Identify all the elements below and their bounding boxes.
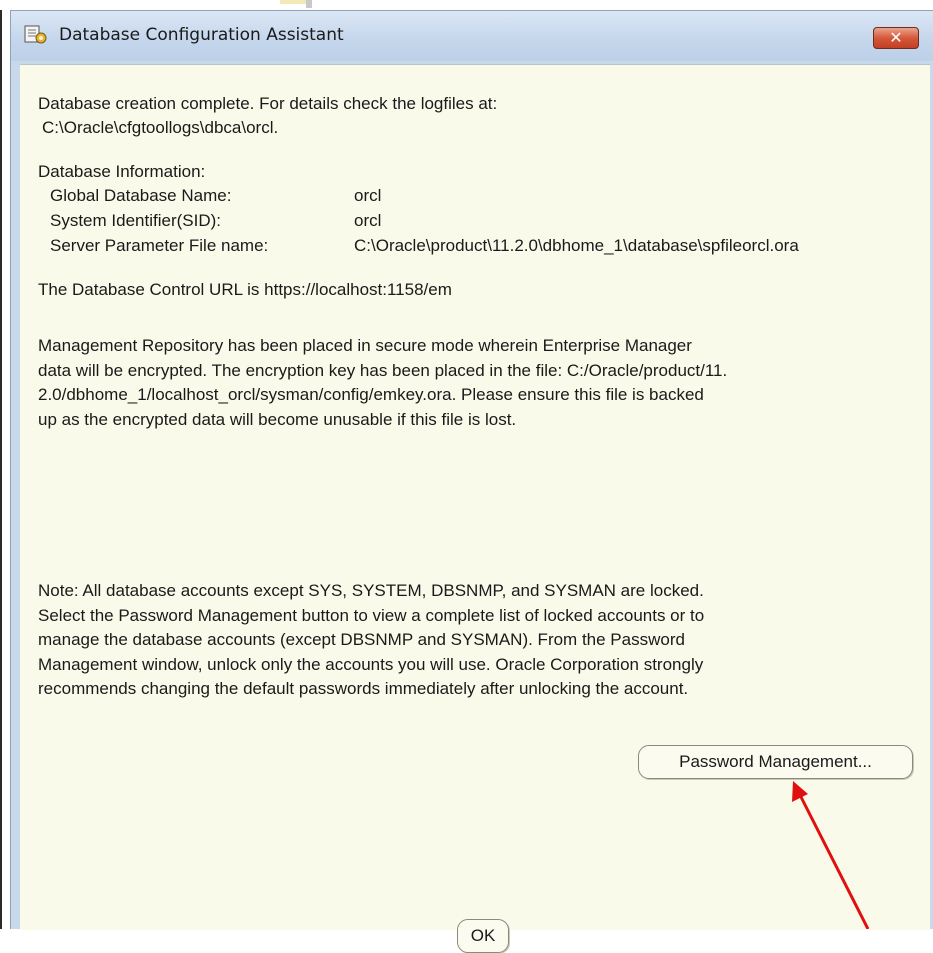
password-management-button[interactable]: Password Management... (638, 745, 913, 779)
db-info-label: System Identifier(SID): (50, 211, 221, 230)
window-title: Database Configuration Assistant (59, 25, 344, 45)
repository-line: 2.0/dbhome_1/localhost_orcl/sysman/confi… (38, 385, 704, 404)
ok-button[interactable]: OK (457, 919, 509, 953)
db-info-label: Server Parameter File name: (50, 236, 269, 255)
locked-accounts-note: Note: All database accounts except SYS, … (38, 579, 918, 702)
db-info-heading: Database Information: (38, 162, 206, 181)
close-icon: ✕ (889, 28, 903, 47)
repository-line: data will be encrypted. The encryption k… (38, 360, 728, 380)
repository-line: up as the encrypted data will become unu… (38, 409, 517, 429)
note-line: recommends changing the default password… (38, 679, 689, 698)
db-info-value: orcl (354, 211, 382, 230)
dbca-icon (24, 24, 48, 46)
background-tab (280, 0, 306, 4)
title-bar[interactable]: Database Configuration Assistant ✕ (11, 11, 933, 61)
note-line: Note: All database accounts except SYS, … (38, 581, 704, 600)
background-window-edge (0, 0, 10, 929)
repository-line: Management Repository has been placed in… (38, 336, 692, 355)
repository-message: Management Repository has been placed in… (38, 334, 918, 432)
note-line: manage the database accounts (except DBS… (38, 630, 685, 649)
logfile-path: C:\Oracle\cfgtoollogs\dbca\orcl. (42, 118, 279, 137)
dbca-dialog: Database Configuration Assistant ✕ Datab… (10, 10, 933, 953)
close-button[interactable]: ✕ (873, 27, 919, 49)
note-line: Management window, unlock only the accou… (38, 654, 704, 674)
db-info-label: Global Database Name: (50, 186, 232, 205)
db-info-value: orcl (354, 186, 382, 205)
dialog-content: Database creation complete. For details … (20, 64, 930, 953)
creation-complete-text: Database creation complete. For details … (38, 94, 498, 113)
background-tab-edge (306, 0, 312, 8)
background-window-strip (0, 0, 933, 10)
control-url-text: The Database Control URL is https://loca… (38, 280, 452, 299)
db-info-value: C:\Oracle\product\11.2.0\dbhome_1\databa… (354, 236, 799, 255)
note-line: Select the Password Management button to… (38, 605, 705, 625)
